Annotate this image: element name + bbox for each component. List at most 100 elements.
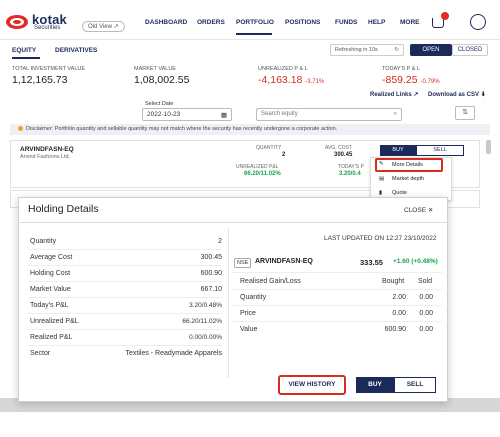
info-icon bbox=[18, 126, 23, 132]
todays-pl-amount: -859.25 bbox=[382, 74, 418, 86]
nav-funds[interactable]: FUNDS bbox=[335, 19, 357, 26]
notification-badge bbox=[441, 12, 449, 20]
highlight-box bbox=[375, 158, 443, 172]
nav-more[interactable]: MORE bbox=[400, 19, 420, 26]
table-cell-sold: 0.00 bbox=[419, 326, 433, 333]
row-divider bbox=[28, 329, 222, 330]
column-divider bbox=[228, 228, 229, 378]
market-value: 1,08,002.55 bbox=[134, 74, 190, 86]
realized-links-label: Realized Links bbox=[370, 92, 412, 98]
scrollbar[interactable] bbox=[486, 140, 491, 154]
market-open-button[interactable]: OPEN bbox=[410, 44, 452, 56]
quote-icon: ▮ bbox=[379, 190, 383, 196]
active-tab-indicator bbox=[12, 57, 40, 59]
tab-derivatives[interactable]: DERIVATIVES bbox=[55, 47, 97, 54]
row-buy-button[interactable]: BUY bbox=[380, 145, 416, 156]
detail-label: Sector bbox=[30, 350, 51, 357]
unrealized-pl-value: -4,163.18 -3.71% bbox=[258, 74, 324, 86]
calendar-icon[interactable]: ▦ bbox=[221, 111, 227, 119]
unrealized-pl-amount: -4,163.18 bbox=[258, 74, 303, 86]
row-divider bbox=[28, 281, 222, 282]
nav-orders[interactable]: ORDERS bbox=[197, 19, 225, 26]
tab-equity[interactable]: EQUITY bbox=[12, 47, 36, 54]
filter-icon[interactable]: ⇅ bbox=[455, 106, 475, 120]
market-closed-button[interactable]: CLOSED bbox=[452, 44, 488, 56]
nav-help[interactable]: HELP bbox=[368, 19, 385, 26]
avg-cost-value: 300.45 bbox=[334, 152, 353, 158]
table-cell-sold: 0.00 bbox=[419, 310, 433, 317]
download-csv-label: Download as CSV bbox=[428, 92, 480, 98]
todays-pl-percent: -0.79% bbox=[420, 79, 440, 85]
detail-value: 3.20/0.48% bbox=[189, 302, 222, 309]
view-history-button[interactable]: VIEW HISTORY bbox=[278, 375, 346, 395]
last-updated-text: LAST UPDATED ON 12:27 23/10/2022 bbox=[324, 235, 437, 242]
holding-company: Arvind Fashions Ltd. bbox=[20, 154, 71, 160]
refresh-label: Refreshing in 10s bbox=[335, 47, 378, 53]
detail-label: Quantity bbox=[30, 238, 57, 245]
exchange-badge: NSE bbox=[234, 258, 252, 268]
ltp-value: 333.55 bbox=[360, 258, 383, 267]
table-header-bought: Bought bbox=[382, 278, 405, 285]
unrealized-pl-col-value: 66.20/11.02% bbox=[244, 171, 281, 177]
detail-value: 300.45 bbox=[200, 254, 222, 261]
todays-pl-col-label: TODAY'S P bbox=[338, 164, 364, 170]
quantity-label: QUANTITY bbox=[256, 145, 282, 151]
old-view-label: Old View bbox=[88, 24, 112, 30]
detail-value: Textiles - Readymade Apparels bbox=[125, 350, 223, 357]
select-date-label: Select Date bbox=[145, 101, 174, 107]
row-divider bbox=[232, 305, 442, 306]
row-divider bbox=[28, 249, 222, 250]
kotak-logo-icon[interactable] bbox=[6, 15, 28, 29]
row-divider bbox=[28, 265, 222, 266]
unrealized-pl-percent: -3.71% bbox=[305, 79, 325, 85]
menu-quote[interactable]: Quote bbox=[392, 190, 407, 196]
todays-pl-col-value: 3.20/0.4 bbox=[339, 171, 361, 177]
disclaimer-banner: Disclaimer: Portfolio quantity and sella… bbox=[10, 124, 490, 135]
detail-value: 667.10 bbox=[200, 286, 222, 293]
modal-symbol: ARVINDFASN-EQ bbox=[255, 258, 313, 265]
search-icon: ⌕ bbox=[393, 111, 397, 117]
row-divider bbox=[28, 313, 222, 314]
table-cell-sold: 0.00 bbox=[419, 294, 433, 301]
price-change: +1.60 (+0.48%) bbox=[393, 258, 438, 265]
modal-divider bbox=[18, 222, 448, 223]
modal-title: Holding Details bbox=[28, 203, 99, 215]
market-value-label: MARKET VALUE bbox=[134, 66, 176, 72]
modal-sell-button[interactable]: SELL bbox=[394, 377, 436, 393]
refresh-status[interactable]: Refreshing in 10s ↻ bbox=[330, 44, 404, 56]
table-row-label: Quantity bbox=[240, 294, 267, 301]
user-avatar-icon[interactable] bbox=[470, 14, 486, 30]
modal-close-button[interactable]: CLOSE ✕ bbox=[404, 206, 433, 214]
date-input[interactable]: 2022-10-23 ▦ bbox=[142, 108, 232, 121]
table-header-realised: Realised Gain/Loss bbox=[240, 278, 301, 285]
detail-value: 600.90 bbox=[200, 270, 222, 277]
row-divider bbox=[232, 321, 442, 322]
menu-market-depth[interactable]: Market depth bbox=[392, 176, 424, 182]
quantity-value: 2 bbox=[282, 152, 286, 158]
avg-cost-label: AVG. COST bbox=[325, 145, 352, 151]
realized-links[interactable]: Realized Links ↗ bbox=[370, 91, 418, 98]
nav-positions[interactable]: POSITIONS bbox=[285, 19, 320, 26]
detail-value: 0.00/0.00% bbox=[189, 334, 222, 341]
unrealized-pl-col-label: UNREALIZED P&L bbox=[236, 164, 279, 170]
close-icon: ✕ bbox=[427, 207, 434, 214]
row-sell-button[interactable]: SELL bbox=[416, 145, 464, 156]
nav-dashboard[interactable]: DASHBOARD bbox=[145, 19, 187, 26]
modal-buy-button[interactable]: BUY bbox=[356, 377, 394, 393]
download-icon: ⬇ bbox=[480, 92, 486, 98]
holding-symbol[interactable]: ARVINDFASN-EQ bbox=[20, 146, 74, 153]
search-equity-input[interactable]: Search equity ⌕ bbox=[256, 108, 402, 121]
detail-value: 2 bbox=[218, 238, 222, 245]
todays-pl-label: TODAY'S P & L bbox=[382, 66, 421, 72]
search-placeholder: Search equity bbox=[261, 111, 298, 117]
table-header-sold: Sold bbox=[418, 278, 433, 285]
download-csv-link[interactable]: Download as CSV ⬇ bbox=[428, 91, 486, 98]
total-investment-value: 1,12,165.73 bbox=[12, 74, 68, 86]
detail-label: Market Value bbox=[30, 286, 71, 293]
unrealized-pl-label: UNREALIZED P & L bbox=[258, 66, 308, 72]
old-view-toggle[interactable]: Old View ↗ bbox=[82, 21, 125, 32]
detail-label: Holding Cost bbox=[30, 270, 71, 277]
detail-value: 66.20/11.02% bbox=[182, 318, 222, 325]
detail-label: Average Cost bbox=[30, 254, 73, 261]
nav-portfolio[interactable]: PORTFOLIO bbox=[236, 19, 274, 26]
